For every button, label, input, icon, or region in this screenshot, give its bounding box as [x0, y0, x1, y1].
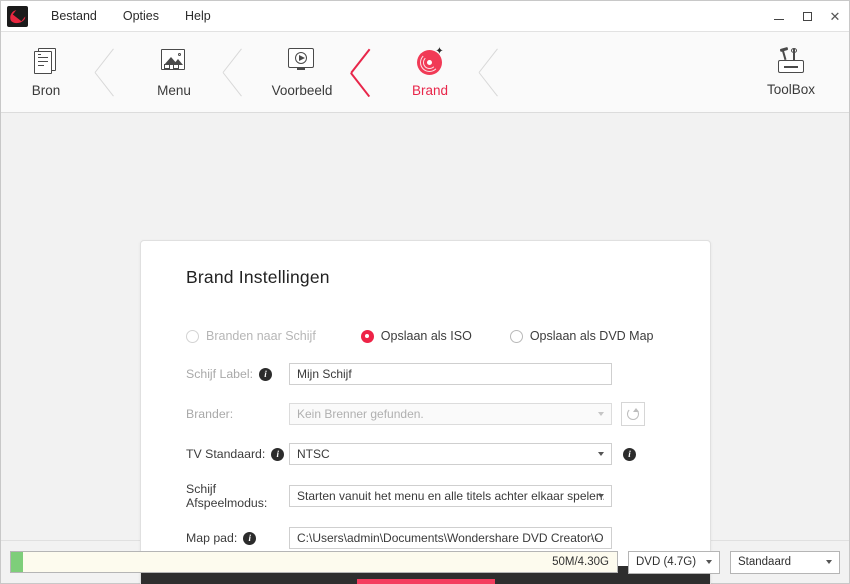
quality-select[interactable]: Standaard	[730, 550, 840, 574]
close-button[interactable]: ✕	[821, 1, 849, 32]
radio-opslaan-als-iso-label: Opslaan als ISO	[380, 329, 472, 343]
application-window: Bestand Opties Help ✕ Bron Menu Voorbeel…	[0, 0, 850, 584]
nav-tab-toolbox-label: ToolBox	[766, 82, 816, 97]
maximize-icon	[802, 11, 812, 21]
disc-capacity-fill	[11, 552, 24, 572]
folder-path-input[interactable]: C:\Users\admin\Documents\Wondershare DVD…	[289, 527, 612, 549]
output-mode-radio-group: Branden naar Schijf Opslaan als ISO Opsl…	[186, 329, 680, 343]
nav-separator-2	[219, 32, 257, 112]
quality-value: Standaard	[738, 556, 792, 568]
nav-tab-bron[interactable]: Bron	[1, 32, 91, 112]
folder-path-value: C:\Users\admin\Documents\Wondershare DVD…	[297, 531, 604, 545]
menu-help[interactable]: Help	[172, 1, 224, 31]
menu-opties[interactable]: Opties	[110, 1, 172, 31]
close-icon: ✕	[829, 8, 841, 24]
burn-button[interactable]: Brand	[356, 578, 495, 584]
radio-branden-naar-schijf[interactable]: Branden naar Schijf	[186, 329, 316, 343]
folder-path-label-text: Map pad:	[186, 531, 238, 545]
radio-dot-icon	[186, 329, 199, 343]
burner-value: Kein Brenner gefunden.	[297, 407, 424, 421]
nav-separator-4	[475, 32, 513, 112]
chevron-down-icon	[598, 452, 604, 456]
chevron-down-icon	[598, 412, 604, 416]
disc-type-value: DVD (4.7G)	[636, 556, 697, 568]
info-icon[interactable]: i	[271, 447, 285, 461]
burn-settings-panel: Brand Instellingen Branden naar Schijf O…	[140, 240, 711, 584]
menu-bestand[interactable]: Bestand	[38, 1, 110, 31]
maximize-button[interactable]	[793, 1, 821, 32]
burner-select[interactable]: Kein Brenner gefunden.	[289, 403, 612, 425]
burner-label-text: Brander:	[186, 407, 234, 421]
disc-capacity-bar: 50M/4.30G	[10, 551, 618, 573]
disc-label-input[interactable]: Mijn Schijf	[289, 363, 612, 385]
settings-form: Branden naar Schijf Opslaan als ISO Opsl…	[141, 307, 710, 566]
disc-type-select[interactable]: DVD (4.7G)	[628, 550, 720, 574]
navigation-bar: Bron Menu Voorbeeld ✦ Brand ToolBox	[1, 32, 849, 113]
toolbox-icon	[775, 46, 807, 75]
window-controls: ✕	[765, 1, 849, 31]
nav-separator-1	[91, 32, 129, 112]
refresh-burner-button[interactable]	[621, 402, 645, 426]
app-logo-icon	[7, 5, 28, 27]
playback-mode-label-text: Schijf Afspeelmodus:	[186, 482, 268, 510]
monitor-play-icon	[287, 47, 317, 77]
minimize-icon	[774, 18, 784, 20]
disc-label-text: Schijf Label:	[186, 367, 253, 381]
main-content: Brand Instellingen Branden naar Schijf O…	[1, 113, 849, 584]
disc-label-value: Mijn Schijf	[297, 367, 352, 381]
burn-disc-icon: ✦	[415, 46, 445, 77]
refresh-icon	[627, 408, 639, 420]
picture-icon	[159, 47, 189, 77]
nav-tab-menu-label: Menu	[157, 82, 191, 98]
tv-standard-label: TV Standaard: i	[186, 447, 289, 461]
tv-standard-value: NTSC	[297, 447, 330, 461]
playback-mode-label: Schijf Afspeelmodus:	[186, 482, 289, 510]
field-tv-standard: TV Standaard: i NTSC i	[186, 443, 680, 465]
playback-mode-select[interactable]: Starten vanuit het menu en alle titels a…	[289, 485, 612, 507]
field-disc-label: Schijf Label: i Mijn Schijf	[186, 363, 680, 385]
nav-tab-menu[interactable]: Menu	[129, 32, 219, 112]
tv-standard-label-text: TV Standaard:	[186, 447, 266, 461]
nav-tab-brand-label: Brand	[411, 82, 449, 98]
chevron-down-icon	[826, 560, 832, 564]
field-burner: Brander: Kein Brenner gefunden.	[186, 402, 680, 426]
nav-tab-voorbeeld-label: Voorbeeld	[271, 82, 333, 98]
disc-capacity-text: 50M/4.30G	[552, 556, 609, 568]
radio-branden-naar-schijf-label: Branden naar Schijf	[206, 329, 316, 343]
nav-separator-3	[347, 32, 385, 112]
nav-tab-brand[interactable]: ✦ Brand	[385, 32, 475, 112]
browse-folder-button[interactable]: ···	[590, 531, 605, 545]
folder-path-label: Map pad: i	[186, 531, 289, 545]
chevron-down-icon	[706, 560, 712, 564]
page-title: Brand Instellingen	[186, 267, 330, 287]
radio-dot-icon	[360, 329, 374, 343]
info-icon[interactable]: i	[623, 447, 636, 461]
radio-opslaan-als-dvd-map-label: Opslaan als DVD Map	[529, 329, 654, 343]
nav-tab-bron-label: Bron	[31, 82, 61, 98]
radio-dot-icon	[509, 329, 523, 343]
documents-icon	[31, 47, 61, 77]
burner-label: Brander:	[186, 407, 289, 421]
menu-bar: Bestand Opties Help	[38, 1, 224, 31]
chevron-down-icon	[598, 494, 604, 498]
field-folder-path: Map pad: i C:\Users\admin\Documents\Wond…	[186, 527, 680, 549]
radio-opslaan-als-dvd-map[interactable]: Opslaan als DVD Map	[509, 329, 654, 343]
disc-label-label: Schijf Label: i	[186, 367, 289, 381]
nav-tab-voorbeeld[interactable]: Voorbeeld	[257, 32, 347, 112]
title-bar: Bestand Opties Help ✕	[1, 1, 849, 32]
info-icon[interactable]: i	[243, 531, 257, 545]
nav-tab-toolbox[interactable]: ToolBox	[741, 32, 841, 112]
info-icon[interactable]: i	[259, 367, 272, 381]
tv-standard-select[interactable]: NTSC	[289, 443, 612, 465]
field-playback-mode: Schijf Afspeelmodus: Starten vanuit het …	[186, 482, 680, 510]
minimize-button[interactable]	[765, 1, 793, 32]
playback-mode-value: Starten vanuit het menu en alle titels a…	[297, 489, 604, 503]
radio-opslaan-als-iso[interactable]: Opslaan als ISO	[360, 329, 472, 343]
